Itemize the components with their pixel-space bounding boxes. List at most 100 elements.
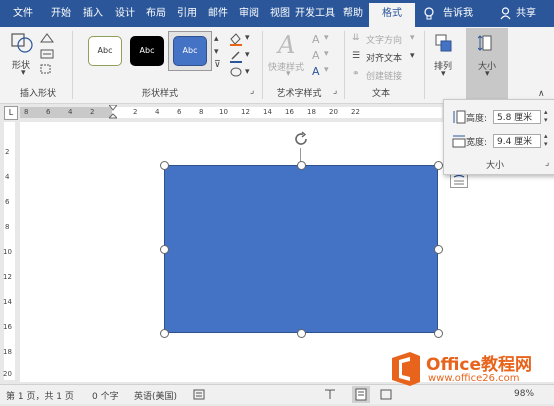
shape-style-black[interactable]: Abc [130,36,164,66]
print-layout-icon[interactable] [352,386,370,403]
tab-view[interactable]: 视图 [267,5,293,23]
text-fill-icon[interactable]: A [312,33,320,46]
lightbulb-icon [424,7,434,23]
resize-handle-top[interactable] [297,161,306,170]
shape-effects-icon[interactable] [229,66,243,81]
chevron-down-icon[interactable]: ▾ [324,49,329,59]
tab-file[interactable]: 文件 [6,5,40,23]
arrange-icon[interactable] [434,33,454,58]
brand-watermark: Office教程网 www.office26.com [386,348,554,390]
resize-handle-right[interactable] [434,245,443,254]
tab-mailings[interactable]: 邮件 [205,5,231,23]
gallery-more[interactable]: ⊽ [214,60,221,70]
shape-style-white[interactable]: Abc [88,36,122,66]
dialog-launcher-icon[interactable]: ⌟ [545,158,549,168]
height-spinner[interactable]: ▴ ▾ [544,108,548,124]
tab-review[interactable]: 审阅 [236,5,262,23]
shape-style-blue[interactable]: Abc [173,36,207,66]
chevron-down-icon[interactable]: ▾ [245,33,250,43]
ruler-tick: 6 [5,198,10,206]
tab-developer[interactable]: 开发工具 [293,5,337,23]
create-link-button[interactable]: 创建链接 [366,69,402,82]
chevron-down-icon[interactable]: ▾ [324,33,329,43]
tab-references[interactable]: 引用 [174,5,200,23]
brand-url: www.office26.com [428,373,520,384]
chevron-down-icon[interactable]: ▾ [245,50,250,60]
language-indicator[interactable]: 英语(美国) [134,389,177,402]
gallery-scroll-down[interactable]: ▾ [214,47,219,57]
macro-record-icon[interactable] [193,389,205,403]
vertical-ruler: 2 4 6 8 10 12 14 16 18 20 [0,122,20,382]
width-spinner[interactable]: ▴ ▾ [544,132,548,148]
quick-styles-icon[interactable]: A [276,31,300,60]
resize-handle-left[interactable] [160,245,169,254]
shape-fill-icon[interactable] [229,32,243,49]
word-count[interactable]: 0 个字 [92,389,119,402]
chevron-down-icon[interactable]: ▾ [21,68,26,78]
zoom-level[interactable]: 98% [514,389,534,399]
text-outline-icon[interactable]: A [312,49,320,62]
text-effects-icon[interactable]: A [312,65,320,78]
chevron-down-icon: ▾ [485,69,490,79]
rotate-handle-icon[interactable] [292,130,310,151]
text-direction-button[interactable]: 文字方向 [366,33,402,46]
shapes-gallery-icon[interactable] [10,32,34,57]
text-box-icon[interactable] [40,49,54,62]
chevron-down-icon[interactable]: ▾ [441,69,446,79]
ruler-tick: 6 [46,108,51,116]
link-icon: ⚭ [352,69,360,79]
tab-insert[interactable]: 插入 [80,5,106,23]
page-count[interactable]: 第 1 页，共 1 页 [6,389,74,402]
tell-me-box[interactable]: 告诉我 [440,5,476,23]
align-text-button[interactable]: 对齐文本 [366,51,402,64]
edit-shape-icon[interactable] [40,33,54,46]
chevron-down-icon[interactable]: ▾ [324,65,329,75]
ruler-tick: 14 [263,108,272,116]
tab-selector[interactable]: L [4,106,18,120]
dialog-launcher-icon[interactable]: ⌟ [250,86,254,96]
shape-styles-group-label: 形状样式 [141,89,178,99]
gallery-scroll-up[interactable]: ▴ [214,34,219,44]
width-label: 宽度: [466,138,488,148]
tab-format[interactable]: 格式 [369,3,415,27]
ruler-tick: 4 [5,173,10,181]
chevron-down-icon[interactable]: ▾ [410,51,415,61]
ruler-text-area [112,107,442,118]
ruler-tick: 18 [3,348,12,356]
resize-handle-bottom[interactable] [297,329,306,338]
share-button[interactable]: 共享 [513,5,539,23]
tab-design[interactable]: 设计 [112,5,138,23]
collapse-ribbon-icon[interactable]: ∧ [538,89,545,99]
wordart-group-label: 艺术字样式 [276,89,322,99]
width-input[interactable]: 9.4 厘米 [493,134,541,148]
draw-text-box-icon[interactable] [40,64,54,77]
svg-text:A: A [276,31,295,57]
ruler-tick: 8 [24,108,29,116]
chevron-down-icon[interactable]: ▾ [245,67,250,77]
ruler-tick: 16 [3,323,12,331]
resize-handle-bottom-left[interactable] [160,329,169,338]
height-input[interactable]: 5.8 厘米 [493,110,541,124]
size-group-label: 大小 [486,161,505,171]
resize-handle-top-left[interactable] [160,161,169,170]
group-divider [424,31,425,99]
web-layout-icon[interactable] [380,389,392,403]
tab-help[interactable]: 帮助 [340,5,366,23]
chevron-down-icon[interactable]: ▾ [410,33,415,43]
tab-layout[interactable]: 布局 [143,5,169,23]
shape-outline-icon[interactable] [229,49,243,66]
resize-handle-bottom-right[interactable] [434,329,443,338]
height-label: 高度: [466,114,488,124]
brand-name: Office教程网 [426,355,533,375]
size-icon [477,33,496,56]
chevron-down-icon[interactable]: ▾ [286,69,291,79]
ruler-tick: 4 [68,108,73,116]
resize-handle-top-right[interactable] [434,161,443,170]
blue-rectangle-shape[interactable] [164,165,438,333]
dialog-launcher-icon[interactable]: ⌟ [333,86,337,96]
read-mode-icon[interactable] [324,389,336,403]
group-divider [262,31,263,99]
ruler-margin-left [20,107,112,118]
ruler-tick: 10 [219,108,228,116]
tab-home[interactable]: 开始 [48,5,74,23]
